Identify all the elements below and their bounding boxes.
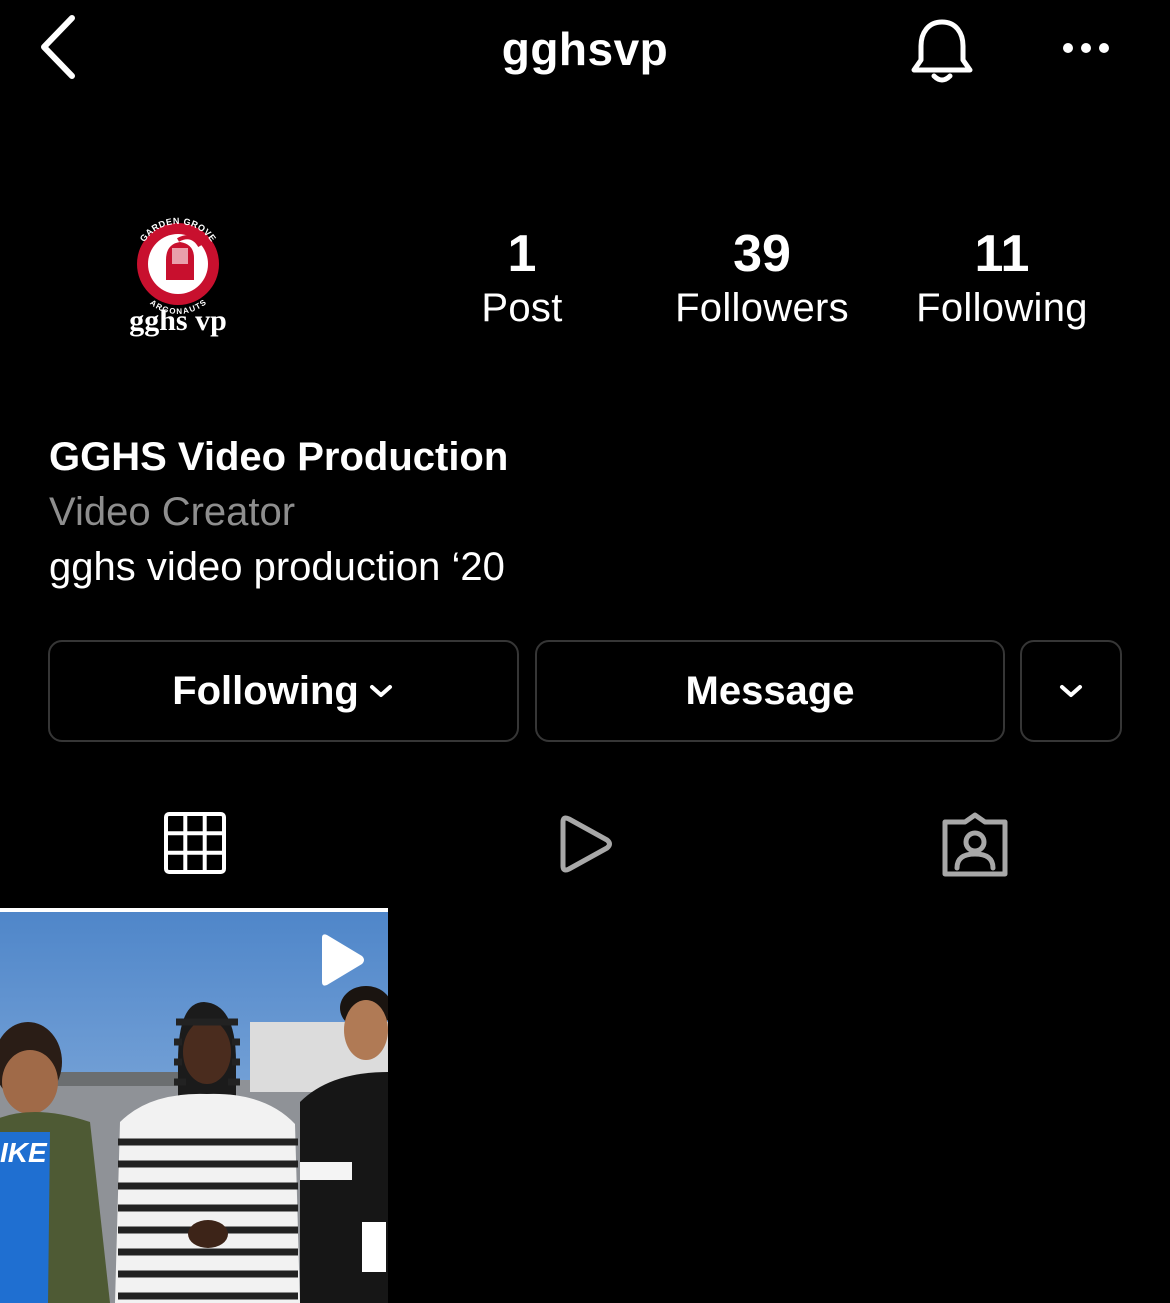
- chevron-down-icon: [369, 685, 392, 697]
- profile-category: Video Creator: [49, 490, 296, 534]
- followers-count-label: Followers: [675, 286, 849, 330]
- profile-display-name: GGHS Video Production: [49, 435, 509, 479]
- avatar-caption: gghs vp: [129, 304, 227, 337]
- following-count-label: Following: [916, 286, 1088, 330]
- more-icon: [1063, 43, 1109, 53]
- notifications-button[interactable]: [906, 16, 978, 88]
- message-button[interactable]: Message: [535, 640, 1005, 742]
- argonauts-logo: GARDEN GROVE ARGONAUTS gghs vp: [129, 216, 227, 337]
- more-options-button[interactable]: [1056, 26, 1116, 70]
- posts-count-value: 1: [507, 225, 537, 283]
- followers-count-value: 39: [733, 225, 791, 283]
- tab-posts-grid[interactable]: [0, 790, 390, 912]
- grid-icon: [164, 812, 226, 874]
- profile-tabs: [0, 790, 1170, 912]
- following-count[interactable]: 11 Following: [882, 225, 1122, 333]
- reels-icon: [560, 815, 612, 873]
- profile-bio-text: gghs video production ‘20: [49, 545, 505, 589]
- following-button[interactable]: Following: [48, 640, 519, 742]
- profile-avatar[interactable]: GARDEN GROVE ARGONAUTS gghs vp: [48, 168, 308, 428]
- post-thumbnail[interactable]: IKE: [0, 912, 388, 1303]
- chevron-down-icon: [1060, 685, 1082, 697]
- message-button-label: Message: [685, 668, 855, 713]
- top-bar: gghsvp: [0, 0, 1170, 100]
- tab-reels[interactable]: [390, 790, 780, 912]
- play-icon: [322, 934, 364, 986]
- tab-tagged[interactable]: [780, 790, 1170, 912]
- following-count-value: 11: [974, 225, 1030, 283]
- profile-username: gghsvp: [501, 23, 669, 75]
- following-button-label: Following: [172, 668, 359, 713]
- followers-count[interactable]: 39 Followers: [642, 225, 882, 333]
- tagged-icon: [942, 812, 1008, 877]
- svg-text:IKE: IKE: [0, 1137, 48, 1168]
- posts-count-label: Post: [481, 286, 563, 330]
- posts-count[interactable]: 1 Post: [402, 225, 642, 333]
- bell-icon: [911, 19, 973, 83]
- profile-bio-section: GGHS Video Production Video Creator gghs…: [49, 430, 1119, 594]
- suggested-accounts-button[interactable]: [1020, 640, 1122, 742]
